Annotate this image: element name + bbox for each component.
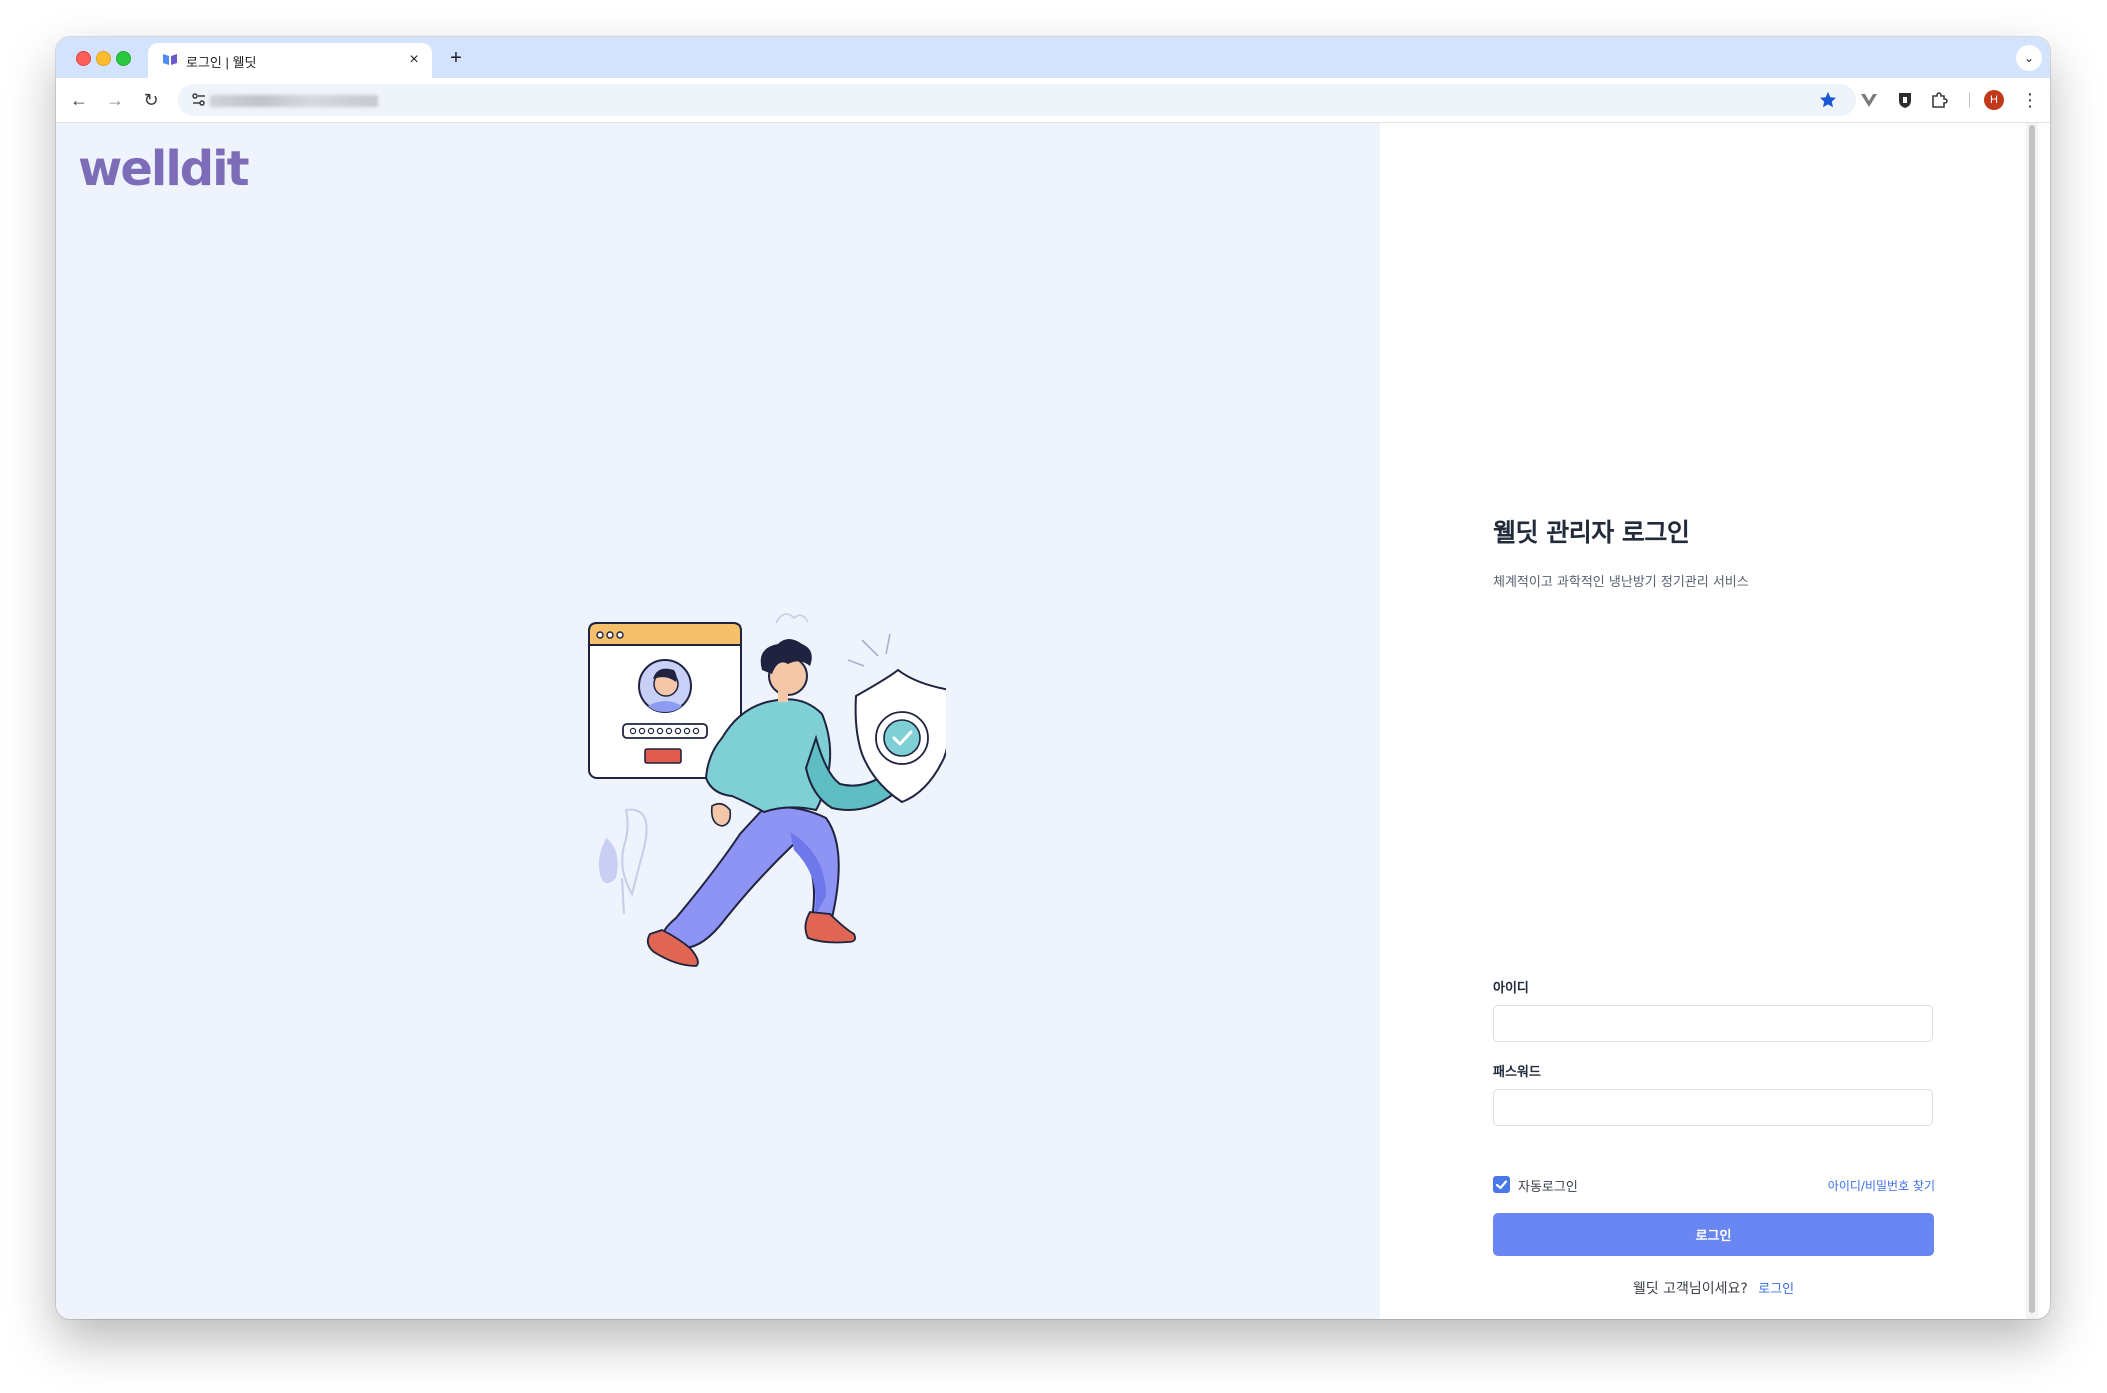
login-subtitle: 체계적이고 과학적인 냉난방기 정기관리 서비스: [1493, 575, 1749, 590]
shield-extension-icon[interactable]: [1894, 89, 1916, 111]
bookmark-star-icon[interactable]: [1818, 90, 1838, 110]
password-label: 패스워드: [1493, 1065, 1541, 1080]
minimize-window-button[interactable]: [96, 51, 111, 66]
maximize-window-button[interactable]: [116, 51, 131, 66]
vue-devtools-extension-icon[interactable]: [1858, 89, 1880, 111]
id-input[interactable]: [1493, 1005, 1933, 1042]
page-content: welldit 웰딧 관리자 로그인 체계적이고 과학적인 냉난방기 정기관리 …: [56, 123, 2050, 1319]
welldit-favicon-icon: [163, 54, 177, 65]
back-button[interactable]: ←: [66, 87, 92, 113]
customer-prompt: 웰딧 고객님이세요?: [1632, 1281, 1748, 1297]
tab-close-icon[interactable]: ×: [404, 50, 424, 70]
password-input[interactable]: [1493, 1089, 1933, 1126]
reload-button[interactable]: ↻: [138, 87, 164, 113]
login-form: 웰딧 관리자 로그인 체계적이고 과학적인 냉난방기 정기관리 서비스 아이디 …: [1493, 513, 1935, 1297]
login-panel: 웰딧 관리자 로그인 체계적이고 과학적인 냉난방기 정기관리 서비스 아이디 …: [1380, 123, 2038, 1319]
login-button[interactable]: 로그인: [1493, 1213, 1934, 1256]
customer-login-row: 웰딧 고객님이세요? 로그인: [1493, 1278, 1934, 1298]
svg-text:welldit: welldit: [78, 143, 249, 195]
new-tab-button[interactable]: +: [444, 46, 468, 70]
browser-menu-icon[interactable]: ⋮: [2020, 88, 2040, 112]
tab-title: 로그인 | 웰딧: [186, 55, 257, 70]
tab-active[interactable]: 로그인 | 웰딧 ×: [148, 43, 432, 78]
login-title: 웰딧 관리자 로그인: [1493, 518, 1690, 547]
site-settings-icon[interactable]: [190, 91, 208, 109]
address-bar[interactable]: [178, 84, 1856, 116]
forward-button[interactable]: →: [102, 87, 128, 113]
customer-login-link[interactable]: 로그인: [1758, 1282, 1794, 1297]
find-id-password-link[interactable]: 아이디/비밀번호 찾기: [1828, 1177, 1935, 1194]
scrollbar-thumb[interactable]: [2029, 125, 2035, 1313]
toolbar-divider: [1969, 92, 1970, 108]
security-login-illustration: [588, 613, 946, 967]
browser-toolbar: ← → ↻ H ⋮: [56, 78, 2050, 123]
page-scrollbar[interactable]: [2026, 123, 2038, 1319]
tab-strip: 로그인 | 웰딧 × + ⌄: [56, 37, 2050, 78]
tab-search-chevron-icon[interactable]: ⌄: [2016, 45, 2042, 71]
browser-window: 로그인 | 웰딧 × + ⌄ ← → ↻ H ⋮ welldit 웰딧 관리자 …: [56, 37, 2050, 1319]
profile-avatar[interactable]: H: [1984, 90, 2004, 110]
auto-login-label[interactable]: 자동로그인: [1518, 1176, 1578, 1195]
auto-login-checkbox[interactable]: [1493, 1176, 1510, 1193]
hero-panel: welldit: [56, 123, 1380, 1319]
checkmark-icon: [1495, 1180, 1508, 1190]
extensions-puzzle-icon[interactable]: [1928, 89, 1950, 111]
id-label: 아이디: [1493, 981, 1529, 996]
url-text-redacted: [210, 95, 378, 107]
close-window-button[interactable]: [76, 51, 91, 66]
welldit-logo[interactable]: welldit: [78, 143, 262, 195]
